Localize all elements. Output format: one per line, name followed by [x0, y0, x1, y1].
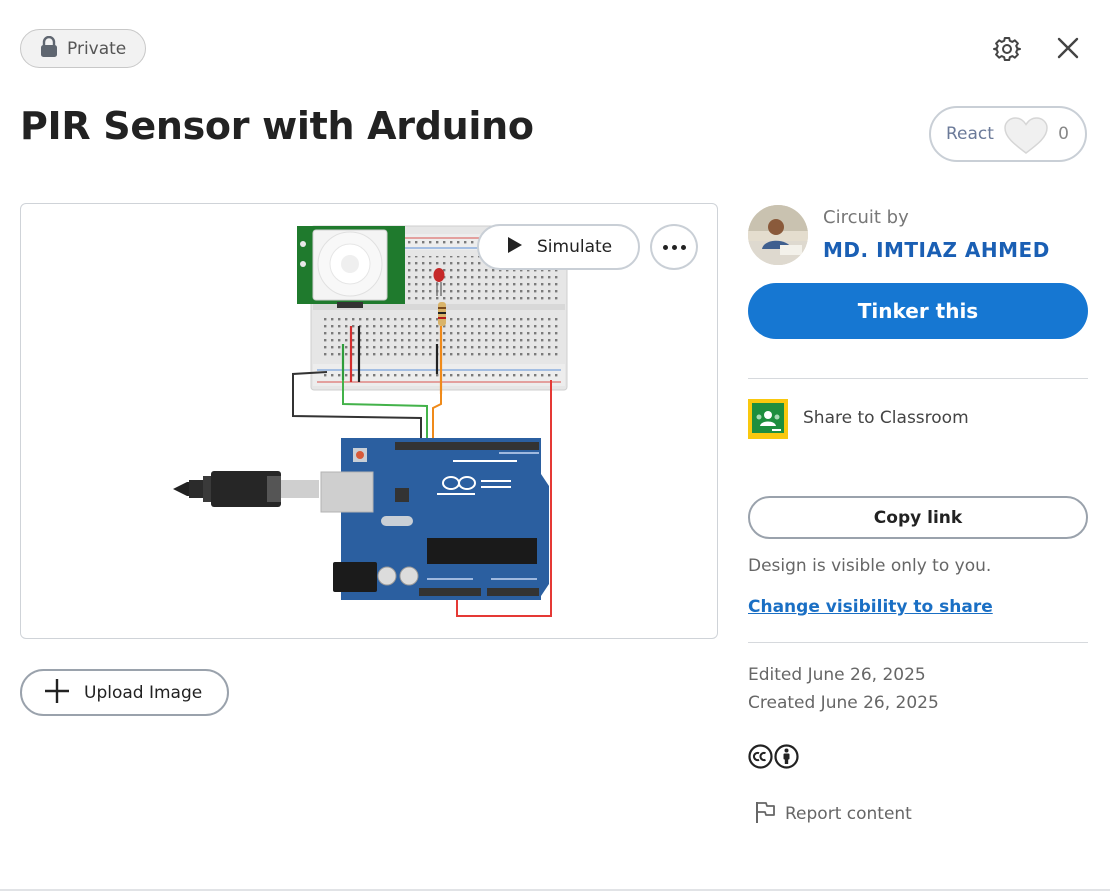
divider [748, 642, 1088, 643]
visibility-note: Design is visible only to you. [748, 556, 992, 576]
divider [748, 378, 1088, 379]
react-button[interactable]: React 0 [929, 106, 1087, 162]
react-label: React [946, 124, 994, 144]
created-date: Created June 26, 2025 [748, 693, 939, 713]
page-title: PIR Sensor with Arduino [20, 104, 534, 148]
attribution-icon [774, 744, 799, 773]
change-visibility-link[interactable]: Change visibility to share [748, 597, 993, 617]
report-content-link[interactable]: Report content [754, 800, 912, 828]
share-to-classroom-label[interactable]: Share to Classroom [803, 408, 969, 428]
author-link[interactable]: MD. IMTIAZ AHMED [823, 238, 1050, 262]
heart-icon [1004, 117, 1048, 159]
creative-commons-icon [748, 744, 773, 773]
circuit-by-caption: Circuit by [823, 207, 909, 228]
close-icon[interactable] [1052, 32, 1084, 64]
avatar[interactable] [748, 205, 808, 265]
license-badges[interactable] [748, 744, 799, 773]
simulate-label: Simulate [537, 237, 613, 257]
play-icon [507, 236, 523, 258]
upload-image-button[interactable]: Upload Image [20, 669, 229, 716]
plus-icon [44, 678, 70, 708]
copy-link-button[interactable]: Copy link [748, 496, 1088, 539]
bottom-border [0, 889, 1110, 891]
google-classroom-icon[interactable] [748, 399, 788, 439]
upload-image-label: Upload Image [84, 682, 203, 703]
privacy-badge[interactable]: Private [20, 29, 146, 68]
more-icon[interactable] [650, 224, 698, 270]
edited-date: Edited June 26, 2025 [748, 665, 926, 685]
tinker-this-button[interactable]: Tinker this [748, 283, 1088, 339]
lock-icon [40, 35, 58, 62]
circuit-preview[interactable]: Simulate [20, 203, 718, 639]
react-count: 0 [1058, 124, 1069, 144]
simulate-button[interactable]: Simulate [477, 224, 640, 270]
report-content-label: Report content [785, 804, 912, 824]
privacy-label: Private [67, 38, 127, 59]
gear-icon[interactable] [990, 32, 1024, 66]
flag-icon [754, 800, 776, 828]
